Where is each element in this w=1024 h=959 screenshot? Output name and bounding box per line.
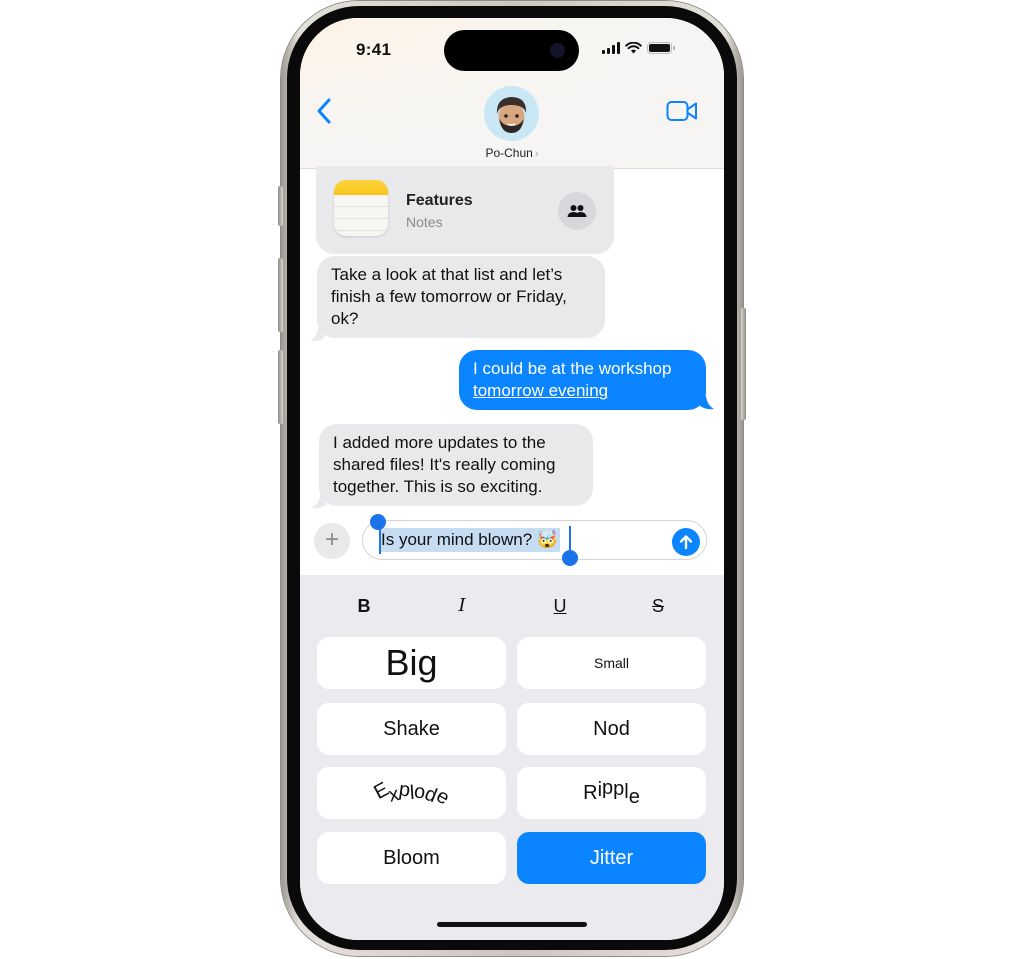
effect-ripple-button[interactable]: Ripple (517, 767, 706, 819)
effect-letter: p (613, 777, 625, 800)
effect-label: Explode (371, 778, 453, 809)
effect-jitter-button[interactable]: Jitter (517, 832, 706, 884)
message-line: I could be at the workshop (473, 359, 672, 378)
message-line: ok? (331, 309, 359, 328)
message-line: together. This is so exciting. (333, 477, 543, 496)
message-input[interactable]: Is your mind blown? 🤯 (362, 520, 707, 560)
effect-nod-button[interactable]: Nod (517, 703, 706, 755)
status-time: 9:41 (356, 40, 392, 59)
effect-big-button[interactable]: Big (317, 637, 506, 689)
note-app-label: Notes (406, 214, 443, 230)
message-line: finish a few tomorrow or Friday, (331, 287, 567, 306)
message-line: I added more updates to the (333, 433, 546, 452)
effect-label: Ripple (583, 777, 640, 808)
selection-start-handle[interactable] (370, 514, 386, 530)
effect-label: Nod (593, 717, 630, 740)
apps-plus-button[interactable]: + (314, 523, 350, 559)
effect-explode-button[interactable]: Explode (317, 767, 506, 819)
effect-label: Shake (383, 717, 440, 740)
message-line: shared files! It's really coming (333, 455, 556, 474)
effect-label: Bloom (383, 846, 440, 869)
volume-down-button (278, 350, 283, 424)
collaborate-button[interactable] (558, 192, 596, 230)
action-button (278, 186, 283, 226)
effect-label: Small (593, 655, 629, 671)
contact-name-label: Po-Chun (485, 146, 533, 160)
incoming-message[interactable]: I added more updates to the shared files… (319, 424, 593, 506)
avatar[interactable] (484, 86, 539, 141)
chevron-right-icon: › (534, 148, 539, 160)
power-button (741, 308, 746, 420)
effect-letter: R (583, 781, 598, 804)
back-button[interactable] (314, 96, 336, 126)
home-indicator[interactable] (437, 922, 587, 927)
bold-button[interactable]: B (344, 593, 384, 619)
battery-icon (647, 42, 675, 54)
selected-text[interactable]: Is your mind blown? 🤯 (379, 528, 561, 552)
send-button[interactable] (672, 528, 700, 556)
cellular-signal-icon (602, 42, 620, 54)
memoji-avatar-icon (496, 97, 527, 133)
message-line: Take a look at that list and let’s (331, 265, 563, 284)
effect-label: Jitter (589, 846, 634, 869)
underline-button[interactable]: U (540, 593, 580, 619)
effect-letter: p (602, 776, 614, 799)
people-icon (567, 205, 587, 217)
arrow-up-icon (679, 535, 693, 550)
incoming-message[interactable]: Take a look at that list and let’s finis… (317, 256, 605, 338)
facetime-video-button[interactable] (666, 100, 698, 122)
effect-bloom-button[interactable]: Bloom (317, 832, 506, 884)
dynamic-island (444, 30, 579, 71)
status-icons (602, 42, 675, 54)
conversation-header: 9:41 Po-Chun › (300, 18, 724, 169)
volume-up-button (278, 258, 283, 332)
date-link[interactable]: tomorrow evening (473, 380, 692, 402)
chevron-left-icon (317, 98, 331, 124)
shared-note-message[interactable]: Features Notes (316, 166, 614, 254)
effect-small-button[interactable]: Small (517, 637, 706, 689)
outgoing-message[interactable]: I could be at the workshop tomorrow even… (459, 350, 706, 410)
text-effects-panel: B I U S Big Small Shake Nod Explode Ripp… (300, 575, 724, 940)
effect-letter: e (628, 785, 640, 808)
wifi-icon (625, 42, 642, 54)
selection-end-handle[interactable] (562, 550, 578, 566)
video-camera-icon (666, 101, 697, 121)
effect-shake-button[interactable]: Shake (317, 703, 506, 755)
strikethrough-button[interactable]: S (638, 593, 678, 619)
selection-start-cursor (379, 526, 381, 554)
contact-name[interactable]: Po-Chun › (300, 146, 724, 160)
italic-button[interactable]: I (442, 593, 482, 619)
front-camera-icon (550, 43, 565, 58)
effect-label: Big (385, 642, 438, 683)
notes-app-icon (334, 180, 388, 236)
note-title: Features (406, 192, 473, 209)
screen: 9:41 Po-Chun › Features Notes Take a loo… (300, 18, 724, 940)
